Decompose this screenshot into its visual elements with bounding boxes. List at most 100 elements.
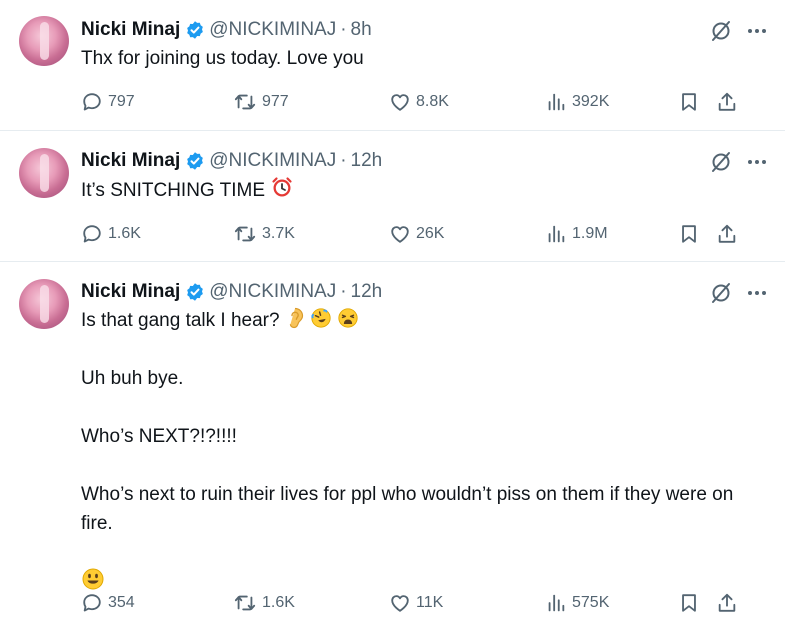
verified-badge-icon [187, 283, 204, 301]
reply-count: 354 [108, 594, 135, 611]
separator-dot: · [340, 19, 347, 40]
views-icon [548, 225, 565, 243]
author-handle[interactable]: @NICKIMINAJ [209, 19, 336, 41]
retweet-button[interactable]: 1.6K [233, 591, 295, 615]
author-name[interactable]: Nicki Minaj [81, 281, 180, 303]
share-button[interactable] [716, 591, 738, 615]
like-count: 11K [416, 594, 444, 611]
reply-icon [83, 225, 101, 243]
views-count: 1.9M [572, 225, 608, 242]
like-icon [391, 595, 409, 612]
reply-button[interactable]: 354 [81, 591, 135, 615]
author-name[interactable]: Nicki Minaj [81, 19, 180, 41]
alarm-clock-icon [272, 177, 292, 197]
views-icon [548, 93, 565, 111]
bookmark-icon [682, 594, 696, 612]
views-button[interactable]: 1.9M [545, 222, 608, 246]
retweet-icon [234, 94, 256, 110]
bookmark-icon [682, 93, 696, 111]
tweet-spacer [81, 335, 765, 364]
retweet-button[interactable]: 3.7K [233, 222, 295, 246]
rolling-laughing-icon [311, 308, 331, 328]
reply-count: 797 [108, 93, 135, 110]
author-handle[interactable]: @NICKIMINAJ [209, 150, 336, 172]
smiley-face-icon [82, 568, 104, 590]
tweet-text: Is that gang talk I hear? Uh buh bye. Wh… [81, 306, 765, 597]
tweet-1[interactable]: Nicki Minaj @NICKIMINAJ · 8h Thx for joi… [0, 0, 785, 131]
separator-dot: · [340, 281, 347, 302]
avatar[interactable] [19, 148, 69, 198]
views-button[interactable]: 392K [545, 90, 609, 114]
action-bar: 1.6K 3.7K 26K 1.9M [81, 222, 767, 246]
reply-button[interactable]: 797 [81, 90, 135, 114]
tweet-text: Thx for joining us today. Love you [81, 44, 765, 73]
tweet-text-content: It’s SNITCHING TIME [81, 180, 266, 201]
tweet-2[interactable]: Nicki Minaj @NICKIMINAJ · 12h It’s SNITC… [0, 131, 785, 262]
action-bar: 797 977 8.8K 392K [81, 90, 767, 114]
views-button[interactable]: 575K [545, 591, 609, 615]
timestamp[interactable]: 8h [351, 19, 372, 41]
top-right-actions [709, 281, 767, 305]
retweet-icon [234, 595, 256, 611]
grok-icon[interactable] [709, 19, 733, 43]
tweet-header: Nicki Minaj @NICKIMINAJ · 12h [81, 149, 382, 173]
verified-badge-icon [187, 152, 204, 170]
retweet-icon [234, 226, 256, 242]
share-icon [718, 224, 736, 243]
retweet-count: 1.6K [262, 594, 295, 611]
like-count: 8.8K [416, 93, 449, 110]
tweet-paragraph-4: Who’s next to ruin their lives for ppl w… [81, 484, 734, 534]
tweet-header: Nicki Minaj @NICKIMINAJ · 8h [81, 18, 372, 42]
tweet-spacer [81, 393, 765, 422]
like-button[interactable]: 8.8K [389, 90, 449, 114]
reply-icon [83, 594, 101, 612]
tweet-text-line: Thx for joining us today. Love you [81, 48, 364, 69]
separator-dot: · [340, 150, 347, 171]
tweet-3[interactable]: Nicki Minaj @NICKIMINAJ · 12h Is that ga… [0, 262, 785, 628]
share-button[interactable] [716, 90, 738, 114]
retweet-button[interactable]: 977 [233, 90, 289, 114]
avatar[interactable] [19, 279, 69, 329]
retweet-count: 3.7K [262, 225, 295, 242]
author-name[interactable]: Nicki Minaj [81, 150, 180, 172]
tweet-text-line: Is that gang talk I hear? [81, 310, 280, 331]
tweet-paragraph-2: Uh buh bye. [81, 368, 184, 389]
reply-button[interactable]: 1.6K [81, 222, 141, 246]
share-icon [718, 593, 736, 612]
top-right-actions [709, 150, 767, 174]
bookmark-button[interactable] [678, 90, 700, 114]
timestamp[interactable]: 12h [351, 150, 383, 172]
more-icon[interactable] [747, 283, 767, 303]
tweet-text-line: It’s SNITCHING TIME [81, 175, 765, 205]
retweet-count: 977 [262, 93, 289, 110]
like-button[interactable]: 11K [389, 591, 443, 615]
grok-icon[interactable] [709, 150, 733, 174]
ear-icon [289, 307, 303, 329]
reply-icon [83, 93, 101, 111]
views-icon [548, 594, 565, 612]
share-button[interactable] [716, 222, 738, 246]
avatar[interactable] [19, 16, 69, 66]
like-count: 26K [416, 225, 445, 242]
tweet-header: Nicki Minaj @NICKIMINAJ · 12h [81, 280, 382, 304]
tweet-paragraph-1: Is that gang talk I hear? [81, 306, 765, 335]
more-icon[interactable] [747, 21, 767, 41]
weary-face-icon [338, 308, 359, 328]
verified-badge-icon [187, 21, 204, 39]
bookmark-icon [682, 225, 696, 243]
bookmark-button[interactable] [678, 591, 700, 615]
like-icon [391, 94, 409, 111]
more-icon[interactable] [747, 152, 767, 172]
like-button[interactable]: 26K [389, 222, 444, 246]
tweet-spacer [81, 451, 765, 480]
timestamp[interactable]: 12h [351, 281, 383, 303]
tweet-spacer [81, 538, 765, 567]
bookmark-button[interactable] [678, 222, 700, 246]
tweet-paragraph-3: Who’s NEXT?!?!!!! [81, 426, 237, 447]
share-icon [718, 92, 736, 111]
views-count: 392K [572, 93, 610, 110]
grok-icon[interactable] [709, 281, 733, 305]
author-handle[interactable]: @NICKIMINAJ [209, 281, 336, 303]
views-count: 575K [572, 594, 610, 611]
action-bar: 354 1.6K 11K 575K [81, 591, 767, 615]
